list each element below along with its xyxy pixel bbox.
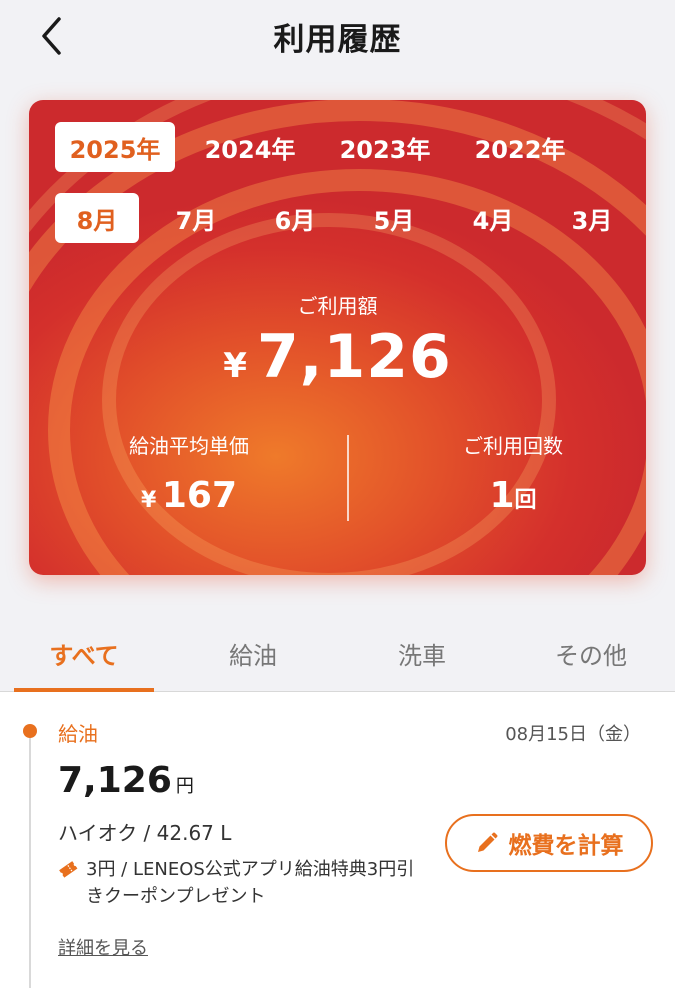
usage-amount: ¥7,126	[29, 322, 646, 392]
avg-price-number: 167	[161, 475, 238, 516]
usage-count-unit: 回	[514, 488, 537, 513]
history-item-amount: 7,126 円	[58, 760, 194, 801]
month-tab-6[interactable]: 6月	[253, 193, 337, 243]
month-tab-3[interactable]: 3月	[550, 193, 634, 243]
summary-card: 2025年 2024年 2023年 2022年 8月 7月 6月 5月 4月 3…	[29, 100, 646, 575]
history-list: 給油 08月15日（金） 7,126 円 ハイオク / 42.67 L 3円 / …	[0, 692, 675, 988]
calculate-fuel-economy-button[interactable]: 燃費を計算	[445, 814, 653, 872]
pencil-icon	[477, 832, 497, 852]
calculate-fuel-economy-label: 燃費を計算	[508, 833, 624, 859]
usage-amount-label: ご利用額	[297, 294, 378, 318]
tab-refuel[interactable]: 給油	[183, 620, 323, 692]
tab-all[interactable]: すべて	[14, 620, 154, 692]
header: 利用履歴	[0, 0, 675, 80]
tab-carwash[interactable]: 洗車	[352, 620, 492, 692]
year-tab-2024[interactable]: 2024年	[190, 122, 310, 172]
category-tabs: すべて 給油 洗車 その他	[0, 620, 675, 692]
usage-count-number: 1	[489, 475, 515, 516]
avg-price-label: 給油平均単価	[129, 434, 249, 458]
year-tab-2025[interactable]: 2025年	[55, 122, 175, 172]
usage-count-label: ご利用回数	[463, 434, 563, 458]
history-item-coupon: 3円 / LENEOS公式アプリ給油特典3円引きクーポンプレゼント	[58, 856, 428, 910]
stat-divider	[347, 435, 349, 521]
month-tab-5[interactable]: 5月	[352, 193, 436, 243]
history-item-amount-unit: 円	[175, 776, 194, 797]
history-item-coupon-text: 3円 / LENEOS公式アプリ給油特典3円引きクーポンプレゼント	[86, 859, 415, 907]
usage-currency: ¥	[223, 346, 247, 386]
history-item-amount-value: 7,126	[58, 760, 172, 801]
ticket-icon	[59, 861, 78, 878]
history-item-category: 給油	[58, 722, 98, 746]
page-title: 利用履歴	[273, 22, 402, 58]
usage-amount-value: 7,126	[256, 322, 452, 392]
timeline-dot	[23, 724, 37, 738]
avg-price-currency: ¥	[140, 488, 157, 513]
timeline-line	[29, 730, 31, 988]
avg-price-value: ¥ 167	[39, 475, 339, 516]
month-tab-8[interactable]: 8月	[55, 193, 139, 243]
history-item-date: 08月15日（金）	[505, 724, 641, 745]
usage-count-stat: ご利用回数 1回	[363, 430, 646, 516]
avg-price-stat: 給油平均単価 ¥ 167	[39, 430, 339, 516]
tab-other[interactable]: その他	[521, 620, 661, 692]
month-tab-4[interactable]: 4月	[451, 193, 535, 243]
year-tab-2023[interactable]: 2023年	[325, 122, 445, 172]
month-tab-7[interactable]: 7月	[154, 193, 238, 243]
detail-link[interactable]: 詳細を見る	[58, 934, 148, 960]
usage-count-value: 1回	[363, 475, 646, 516]
year-tab-2022[interactable]: 2022年	[460, 122, 580, 172]
history-item-fuel: ハイオク / 42.67 L	[58, 821, 232, 845]
